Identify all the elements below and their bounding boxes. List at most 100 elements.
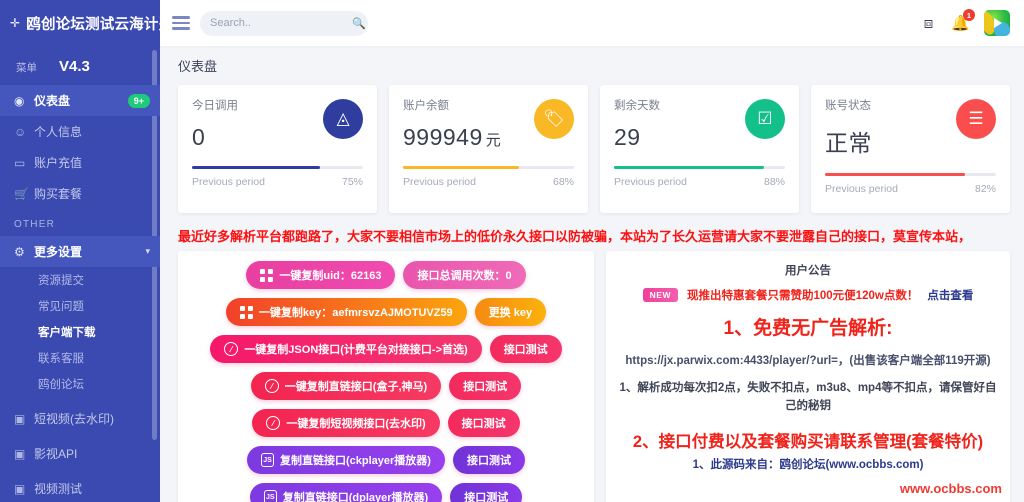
api-test-button[interactable]: 接口测试 (452, 446, 525, 474)
sidebar-item-label: 购买套餐 (34, 187, 83, 201)
card-footer-label: Previous period (403, 176, 476, 188)
box-icon: ◬ (323, 99, 363, 139)
hamburger-icon[interactable] (172, 16, 190, 30)
sidebar-item-video-test[interactable]: ▣ 视频测试 (0, 473, 160, 502)
progress-bar (614, 166, 785, 169)
sidebar-item-dashboard[interactable]: ◉ 仪表盘 9+ (0, 85, 160, 116)
announcement-heading-1: 1、免费无广告解析: (723, 318, 893, 339)
stat-card-today-calls: 今日调用 0 ◬ Previous period 75% (178, 85, 377, 213)
action-row: ⁄ 一键复制JSON接口(计费平台对接接口->首选) 接口测试 (186, 335, 586, 363)
announcement-paragraph-2: 1、此源码来自：鸥创论坛(www.ocbbs.com) (692, 458, 924, 471)
card-percent: 82% (974, 183, 996, 195)
clipboard-check-icon: ☑ (745, 99, 785, 139)
promo-link[interactable]: 点击查看 (927, 287, 973, 303)
api-test-button[interactable]: 接口测试 (449, 372, 522, 400)
fullscreen-icon[interactable]: ⧈ (920, 15, 938, 32)
link-icon: ⁄ (264, 379, 279, 393)
sidebar-item-short-video[interactable]: ▣ 短视频(去水印) (0, 403, 160, 434)
new-badge: NEW (642, 288, 678, 302)
sidebar-subitem-label: 客户端下载 (38, 327, 96, 339)
change-key-button[interactable]: 更换 key (474, 298, 547, 326)
video-icon: ▣ (14, 411, 26, 426)
card-footer-label: Previous period (614, 176, 687, 188)
api-test-button[interactable]: 接口测试 (489, 335, 562, 363)
layers-icon: ☰ (956, 99, 996, 139)
api-actions-panel: 一键复制uid：62163 接口总调用次数：0 一键复制key：aefmrsvz… (178, 251, 594, 502)
card-footer-label: Previous period (825, 183, 898, 195)
action-row: 一键复制uid：62163 接口总调用次数：0 (186, 261, 586, 289)
user-announcement-panel: 用户公告 NEW 现推出特惠套餐只需赞助100元便120w点数！ 点击查看 1、… (606, 251, 1010, 502)
card-footer-label: Previous period (192, 176, 265, 188)
sidebar-subitem-label: 资源提交 (38, 275, 84, 287)
sidebar-subitem-resource-submit[interactable]: 资源提交 (0, 267, 160, 293)
stat-card-balance: 账户余额 999949 元 🏷 Previous period 68% (389, 85, 588, 213)
sidebar-subitem-contact-support[interactable]: 联系客服 (0, 345, 160, 371)
copy-short-video-api-button[interactable]: ⁄ 一键复制短视频接口(去水印) (252, 409, 440, 437)
announcement-url-line: https://jx.parwix.com:4433/player/?url=，… (625, 355, 991, 367)
app-root: ✛ 鸥创论坛测试云海计费 菜单 V4.3 ◉ 仪表盘 9+ ☺ 个人信息 ▭ 账… (0, 0, 1024, 502)
button-label: 一键复制JSON接口(计费平台对接接口->首选) (244, 344, 468, 356)
announcement-promo-row: NEW 现推出特惠套餐只需赞助100元便120w点数！ 点击查看 (616, 287, 1000, 303)
sidebar-subitem-faq[interactable]: 常见问题 (0, 293, 160, 319)
announcement-heading-2: 2、接口付费以及套餐购买请联系管理(套餐特价) (632, 432, 984, 451)
button-label: 复制直链接口(dplayer播放器) (282, 492, 429, 502)
card-value-number: 0 (192, 124, 206, 150)
sidebar-item-recharge[interactable]: ▭ 账户充值 (0, 147, 160, 178)
copy-direct-api-button[interactable]: ⁄ 一键复制直链接口(盒子,神马) (250, 372, 442, 400)
button-label: 一键复制key：aefmrsvzAJMOTUVZ59 (258, 307, 453, 319)
card-value-number: 999949 (403, 124, 483, 150)
sidebar-item-label: 更多设置 (34, 245, 83, 259)
copy-json-api-button[interactable]: ⁄ 一键复制JSON接口(计费平台对接接口->首选) (210, 335, 482, 363)
sidebar-item-more-settings[interactable]: ⚙ 更多设置 ▾ (0, 236, 160, 267)
search-icon[interactable]: 🔍 (352, 17, 366, 30)
sidebar-item-profile[interactable]: ☺ 个人信息 (0, 116, 160, 147)
button-label: 接口总调用次数：0 (417, 270, 512, 282)
search-input[interactable] (210, 17, 352, 29)
topbar: 🔍 ⧈ 🔔 1 (160, 0, 1024, 46)
sidebar-item-label: 影视API (34, 447, 78, 461)
announcement-title: 用户公告 (785, 265, 831, 277)
action-row: JS 复制直链接口(dplayer播放器) 接口测试 (186, 483, 586, 502)
copy-key-button[interactable]: 一键复制key：aefmrsvzAJMOTUVZ59 (225, 298, 467, 326)
progress-bar (403, 166, 574, 169)
promo-text: 现推出特惠套餐只需赞助100元便120w点数！ (687, 290, 919, 302)
js-icon: JS (263, 490, 277, 502)
menu-header: 菜单 V4.3 (0, 46, 160, 85)
sidebar-item-label: 账户充值 (34, 156, 83, 170)
card-percent: 68% (552, 176, 574, 188)
player-app-icon[interactable] (984, 10, 1010, 36)
sidebar: ✛ 鸥创论坛测试云海计费 菜单 V4.3 ◉ 仪表盘 9+ ☺ 个人信息 ▭ 账… (0, 0, 160, 502)
progress-bar (192, 166, 363, 169)
version-label: V4.3 (59, 58, 90, 75)
chevron-down-icon: ▾ (145, 246, 150, 256)
total-calls-button[interactable]: 接口总调用次数：0 (403, 261, 526, 289)
action-row: ⁄ 一键复制直链接口(盒子,神马) 接口测试 (186, 372, 586, 400)
sidebar-item-movie-api[interactable]: ▣ 影视API (0, 438, 160, 469)
api-test-button[interactable]: 接口测试 (447, 409, 520, 437)
announcement-paragraph-1: 1、解析成功每次扣2点，失败不扣点，m3u8、mp4等不扣点，请保管好自己的秘钥 (619, 382, 997, 412)
bell-icon[interactable]: 🔔 1 (947, 9, 975, 32)
button-label: 一键复制直链接口(盒子,神马) (284, 381, 428, 393)
api-test-button[interactable]: 接口测试 (450, 483, 523, 502)
search-box[interactable]: 🔍 (200, 10, 368, 36)
cart-icon: 🛒 (14, 186, 29, 201)
sidebar-subitem-label: 常见问题 (38, 301, 84, 313)
sidebar-subitem-label: 鸥创论坛 (38, 379, 84, 391)
stat-card-days-left: 剩余天数 29 ☑ Previous period 88% (600, 85, 799, 213)
progress-bar (825, 173, 996, 176)
sidebar-subitem-client-download[interactable]: 客户端下载 (0, 319, 160, 345)
copy-dplayer-api-button[interactable]: JS 复制直链接口(dplayer播放器) (249, 483, 443, 502)
action-row: JS 复制直链接口(ckplayer播放器) 接口测试 (186, 446, 586, 474)
sidebar-item-label: 视频测试 (34, 482, 83, 496)
card-value-number: 正常 (825, 130, 872, 156)
brand[interactable]: ✛ 鸥创论坛测试云海计费 (0, 0, 160, 46)
copy-uid-button[interactable]: 一键复制uid：62163 (246, 261, 396, 289)
stat-card-account-status: 账号状态 正常 ☰ Previous period 82% (811, 85, 1010, 213)
card-icon: ▭ (14, 155, 26, 170)
sidebar-section-other: OTHER (14, 219, 55, 230)
sidebar-item-packages[interactable]: 🛒 购买套餐 (0, 178, 160, 209)
sidebar-subitem-forum[interactable]: 鸥创论坛 (0, 371, 160, 397)
button-label: 接口测试 (461, 418, 506, 430)
copy-ckplayer-api-button[interactable]: JS 复制直链接口(ckplayer播放器) (247, 446, 445, 474)
button-label: 接口测试 (466, 455, 511, 467)
